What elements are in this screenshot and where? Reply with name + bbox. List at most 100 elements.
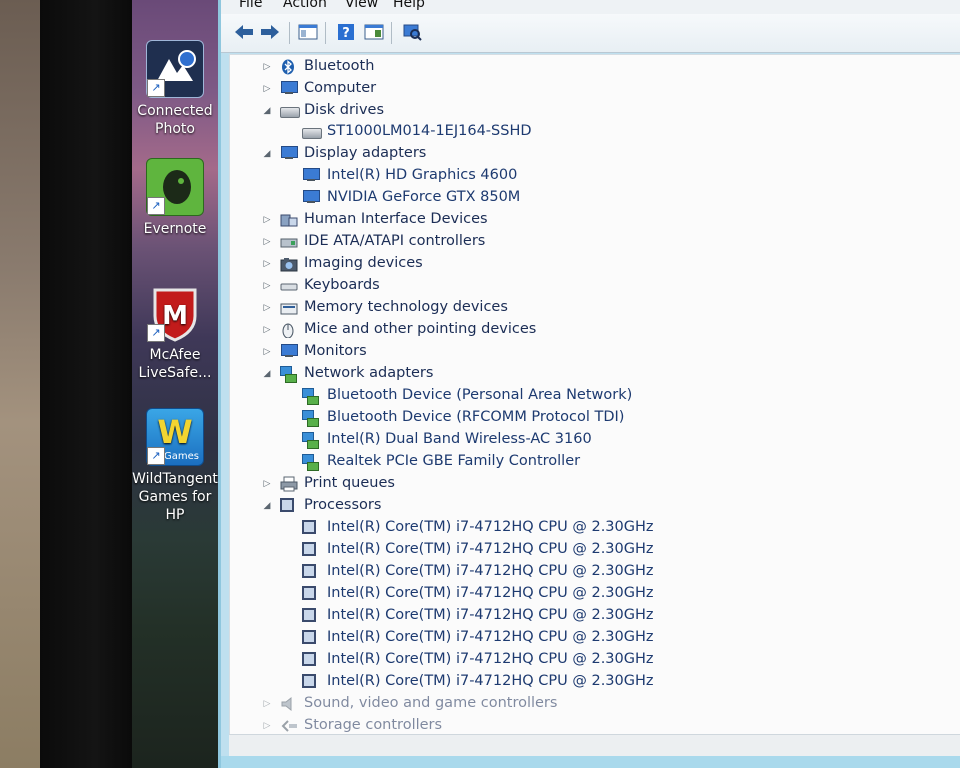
tree-item-label: Imaging devices [304, 255, 423, 271]
processor-icon [302, 564, 320, 580]
background-room [0, 0, 40, 768]
desktop-icon-wildtangent[interactable]: W Games ↗ WildTangent Games for HP [132, 408, 218, 524]
processor-icon [302, 674, 320, 690]
network-adapter-icon [302, 432, 320, 449]
menu-file[interactable]: File [239, 0, 262, 11]
menu-view[interactable]: View [345, 0, 378, 11]
expand-arrow-icon[interactable]: ▷ [262, 302, 272, 314]
network-adapter-icon [302, 410, 320, 427]
expand-arrow-icon[interactable]: ▷ [262, 214, 272, 226]
desktop-icon-evernote[interactable]: ↗ Evernote [132, 158, 218, 238]
processor-icon [302, 520, 320, 536]
desktop-icon-label: Connected [137, 103, 213, 119]
menu-action[interactable]: Action [283, 0, 327, 11]
tree-item-label: Print queues [304, 475, 395, 491]
tree-item-label: Processors [304, 497, 382, 513]
tree-item-label: Mice and other pointing devices [304, 321, 537, 337]
svg-text:?: ? [342, 26, 350, 41]
tree-item-label: Intel(R) Core(TM) i7-4712HQ CPU @ 2.30GH… [327, 629, 654, 645]
expand-arrow-icon[interactable]: ▷ [262, 698, 272, 710]
tree-item-label: Network adapters [304, 365, 434, 381]
tree-item-label: Human Interface Devices [304, 211, 488, 227]
display-adapter-icon [302, 168, 320, 184]
expand-arrow-icon[interactable]: ▷ [262, 280, 272, 292]
processor-icon [302, 586, 320, 602]
camera-icon [280, 256, 298, 272]
desktop-icon-label: Evernote [143, 221, 207, 237]
tree-item-label: Storage controllers [304, 717, 443, 733]
ide-controller-icon [280, 234, 298, 250]
desktop-icon-label: WildTangent [132, 471, 218, 487]
desktop-icon-label: LiveSafe... [138, 365, 212, 381]
tree-item-label: Intel(R) HD Graphics 4600 [327, 167, 518, 183]
expand-arrow-icon[interactable]: ▷ [262, 720, 272, 732]
menu-help[interactable]: Help [393, 0, 425, 11]
storage-controller-icon [280, 718, 298, 734]
monitor-bezel [40, 0, 132, 768]
desktop-icon-label: McAfee [149, 347, 201, 363]
expand-arrow-icon[interactable]: ▷ [262, 83, 272, 95]
properties-icon[interactable] [363, 22, 385, 42]
expand-arrow-icon[interactable]: ▷ [262, 324, 272, 336]
mcafee-shield-icon: M ↗ [147, 286, 203, 342]
back-arrow-icon[interactable] [233, 22, 255, 42]
wildtangent-games-icon: W Games ↗ [146, 408, 204, 466]
disk-drive-icon [280, 103, 300, 119]
toolbar-separator [289, 22, 290, 44]
tree-item-label: Monitors [304, 343, 367, 359]
tree-item-label: Intel(R) Core(TM) i7-4712HQ CPU @ 2.30GH… [327, 585, 654, 601]
show-hide-console-tree-icon[interactable] [297, 22, 319, 42]
expand-arrow-icon[interactable]: ▷ [262, 346, 272, 358]
printer-icon [280, 476, 298, 492]
processor-icon [302, 542, 320, 558]
tree-item-label: Bluetooth [304, 58, 375, 74]
display-adapter-icon [280, 146, 298, 162]
keyboard-icon [280, 278, 298, 294]
tree-item-label: IDE ATA/ATAPI controllers [304, 233, 486, 249]
tree-item-label: NVIDIA GeForce GTX 850M [327, 189, 521, 205]
toolbar-separator [325, 22, 326, 44]
hid-icon [280, 212, 298, 228]
tree-item-label: ST1000LM014-1EJ164-SSHD [327, 123, 532, 139]
desktop-icon-mcafee[interactable]: M ↗ McAfee LiveSafe... [132, 286, 218, 382]
tree-item-label: Disk drives [304, 102, 385, 118]
games-badge: Games [164, 451, 199, 462]
svg-text:W: W [157, 413, 192, 449]
collapse-arrow-icon[interactable]: ◢ [262, 368, 272, 380]
toolbar: ? [221, 14, 960, 53]
evernote-icon: ↗ [146, 158, 204, 216]
help-icon[interactable]: ? [335, 22, 357, 42]
expand-arrow-icon[interactable]: ▷ [262, 61, 272, 73]
display-adapter-icon [302, 190, 320, 206]
speaker-icon [280, 696, 298, 712]
network-adapter-icon [302, 388, 320, 405]
collapse-arrow-icon[interactable]: ◢ [262, 105, 272, 117]
desktop-icon-connected-photo[interactable]: ↗ Connected Photo [132, 40, 218, 138]
window-frame-bottom [221, 756, 960, 768]
tree-item-label: Bluetooth Device (Personal Area Network) [327, 387, 633, 403]
forward-arrow-icon[interactable] [259, 22, 281, 42]
bluetooth-icon [280, 59, 298, 75]
tree-item-label: Intel(R) Core(TM) i7-4712HQ CPU @ 2.30GH… [327, 541, 654, 557]
svg-text:M: M [162, 301, 188, 331]
collapse-arrow-icon[interactable]: ◢ [262, 500, 272, 512]
scan-hardware-icon[interactable] [401, 22, 423, 42]
expand-arrow-icon[interactable]: ▷ [262, 236, 272, 248]
status-bar [229, 734, 960, 757]
menu-bar: File Action View Help [221, 0, 960, 14]
tree-item-label: Keyboards [304, 277, 380, 293]
tree-item-label: Memory technology devices [304, 299, 508, 315]
processor-icon [280, 498, 298, 514]
tree-item-label: Intel(R) Core(TM) i7-4712HQ CPU @ 2.30GH… [327, 651, 654, 667]
disk-drive-icon [302, 124, 322, 140]
expand-arrow-icon[interactable]: ▷ [262, 478, 272, 490]
device-tree: ▷ Bluetooth ▷ Computer ◢ Disk drives ST1… [229, 54, 960, 735]
computer-icon [280, 81, 298, 97]
desktop-icon-label: Photo [155, 121, 195, 137]
tree-item-label: Intel(R) Core(TM) i7-4712HQ CPU @ 2.30GH… [327, 673, 654, 689]
mouse-icon [280, 322, 298, 339]
tree-item-label: Realtek PCIe GBE Family Controller [327, 453, 581, 469]
tree-item-label: Intel(R) Dual Band Wireless-AC 3160 [327, 431, 592, 447]
expand-arrow-icon[interactable]: ▷ [262, 258, 272, 270]
collapse-arrow-icon[interactable]: ◢ [262, 148, 272, 160]
